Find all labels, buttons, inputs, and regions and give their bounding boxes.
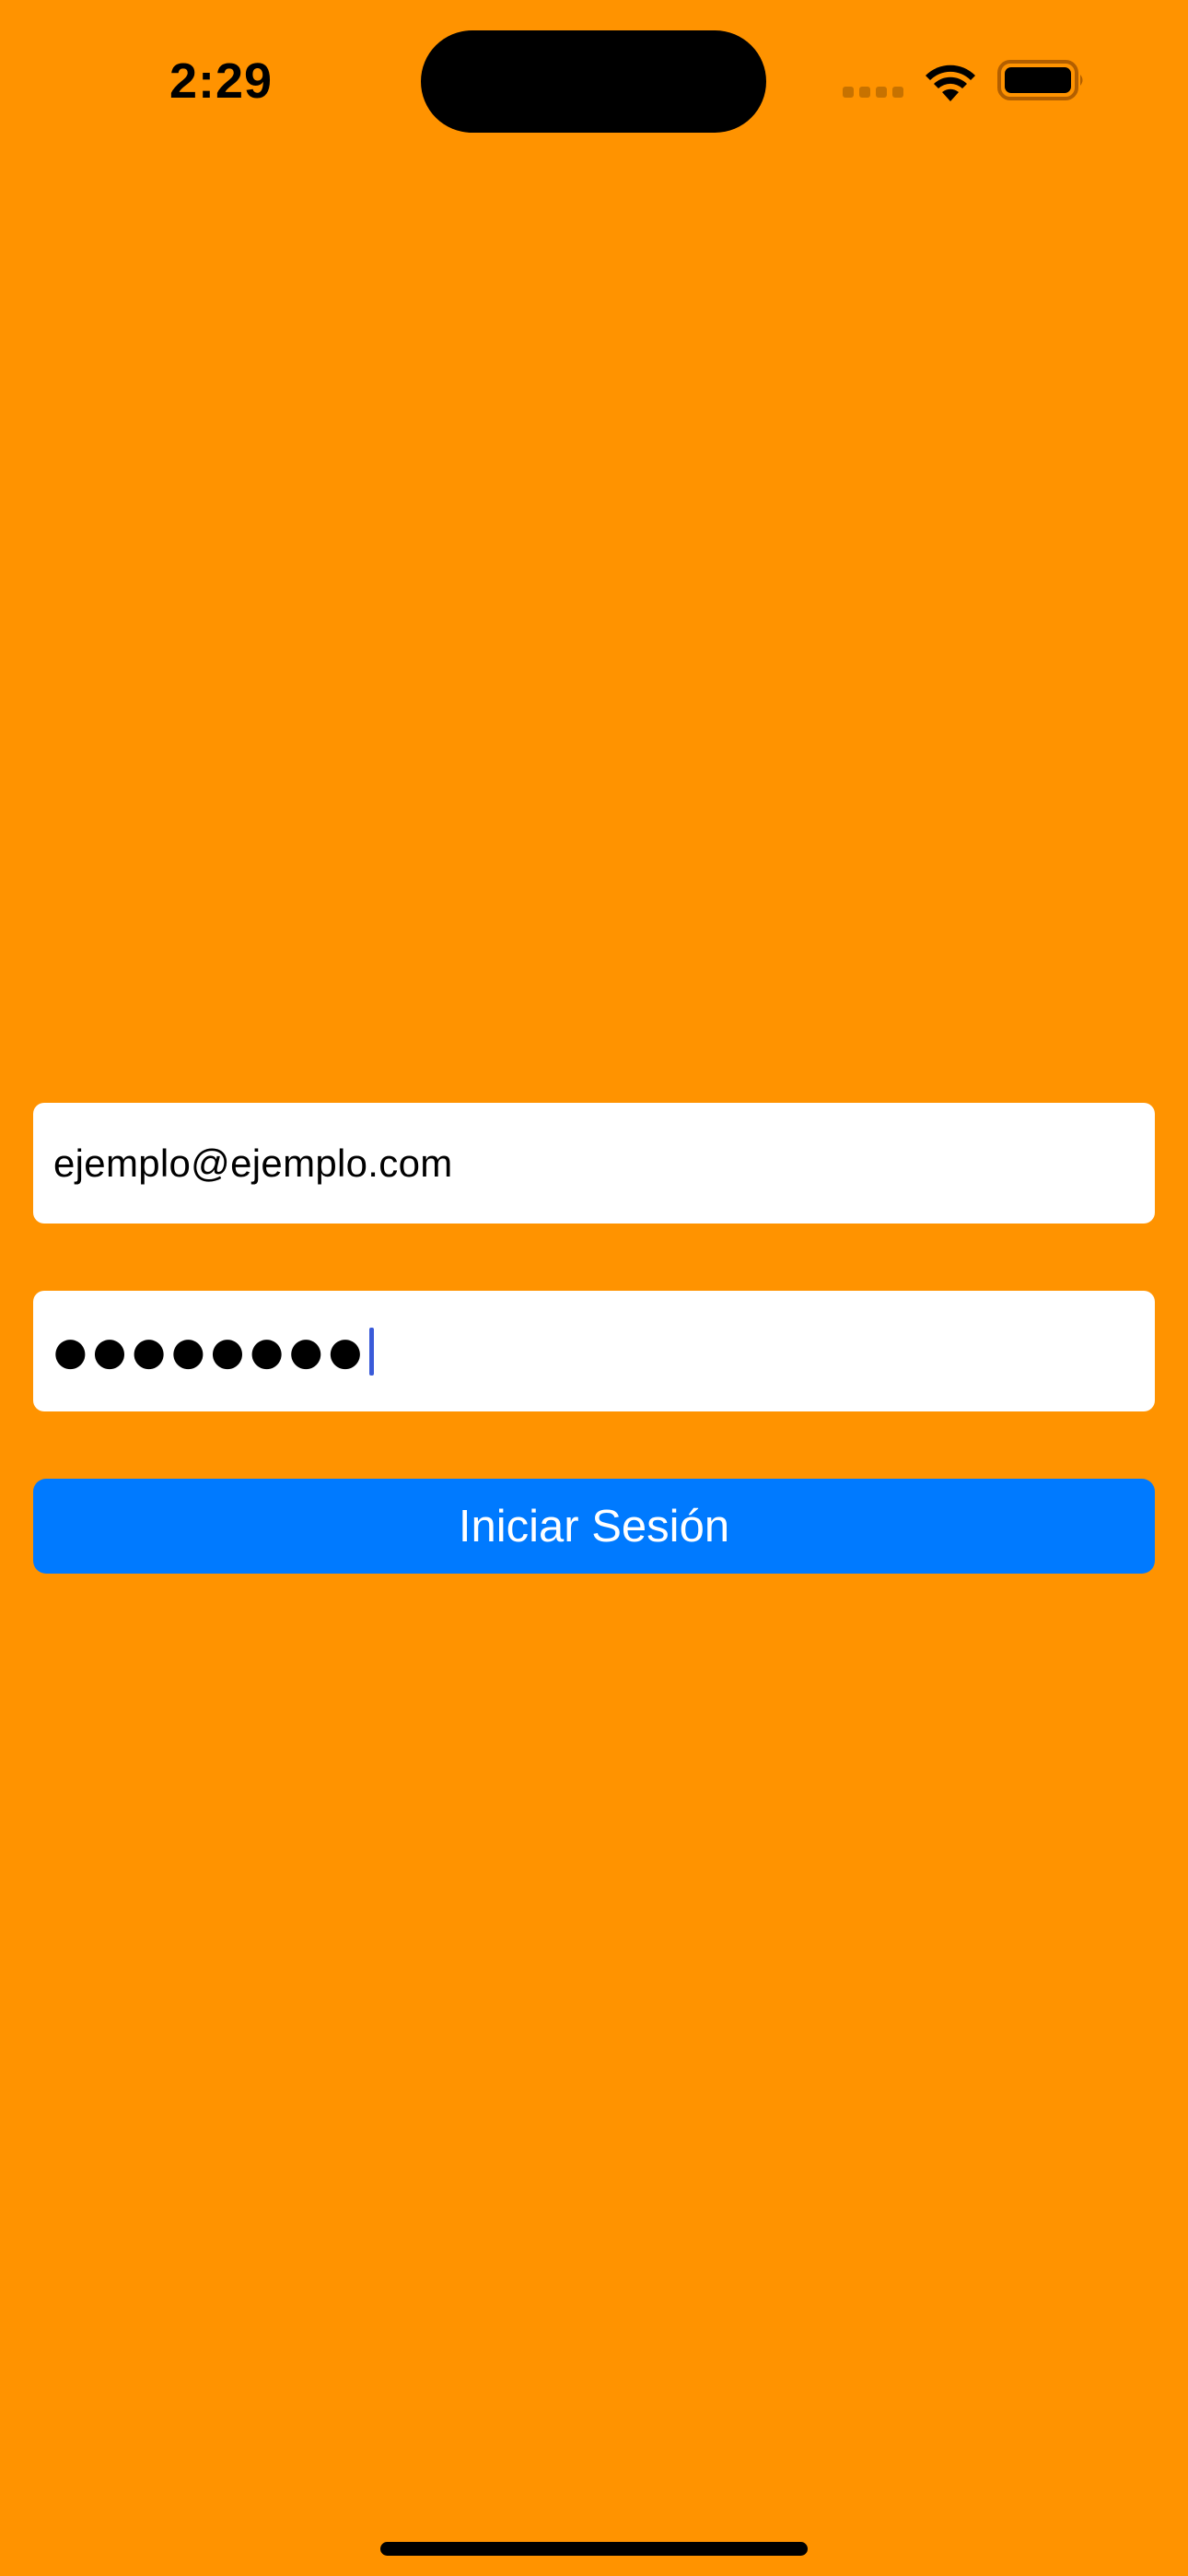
email-field[interactable]: ejemplo@ejemplo.com bbox=[33, 1103, 1155, 1224]
email-value: ejemplo@ejemplo.com bbox=[53, 1141, 453, 1185]
signal-icon bbox=[843, 87, 905, 98]
home-indicator[interactable] bbox=[380, 2542, 808, 2556]
password-value: ●●●●●●●● bbox=[53, 1329, 368, 1374]
battery-icon bbox=[997, 60, 1083, 100]
login-button-label: Iniciar Sesión bbox=[458, 1501, 730, 1551]
status-time: 2:29 bbox=[169, 53, 274, 109]
wifi-icon bbox=[926, 64, 975, 101]
dynamic-island bbox=[421, 30, 766, 133]
password-field[interactable]: ●●●●●●●● bbox=[33, 1291, 1155, 1411]
login-button[interactable]: Iniciar Sesión bbox=[33, 1479, 1155, 1574]
text-cursor bbox=[369, 1327, 375, 1376]
